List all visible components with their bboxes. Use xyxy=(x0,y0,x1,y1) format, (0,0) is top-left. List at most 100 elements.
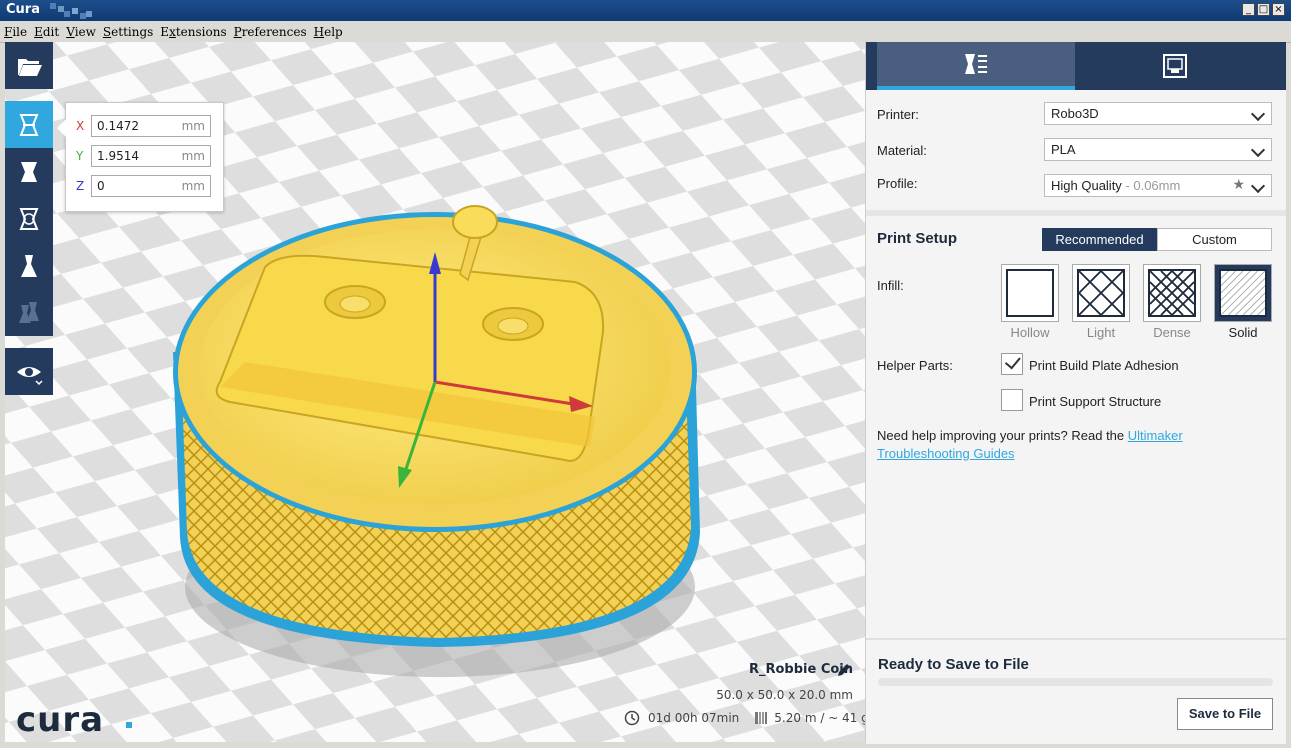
support-label[interactable]: Print Support Structure xyxy=(1029,394,1161,409)
infill-hollow-label: Hollow xyxy=(1010,325,1050,340)
model-dimensions: 50.0 x 50.0 x 20.0 mm xyxy=(716,688,853,702)
minimize-button[interactable]: _ xyxy=(1242,3,1255,16)
menu-item-preferences[interactable]: Preferences xyxy=(230,21,310,39)
print-settings-icon xyxy=(965,54,987,74)
section-divider xyxy=(866,210,1286,216)
view-mode-button[interactable] xyxy=(5,348,53,395)
solid-infill-icon xyxy=(1219,269,1267,317)
menu-item-file[interactable]: File xyxy=(0,21,30,39)
y-value: 1.9514 xyxy=(97,149,139,163)
sidebar-tabs xyxy=(866,42,1286,90)
tab-monitor[interactable] xyxy=(1076,42,1274,90)
chevron-down-icon xyxy=(1250,106,1266,122)
material-select[interactable]: PLA xyxy=(1044,138,1272,161)
x-coordinate-input[interactable]: 0.1472 mm xyxy=(91,115,211,137)
support-checkbox[interactable] xyxy=(1001,389,1023,411)
per-object-settings-button[interactable] xyxy=(5,289,53,336)
profile-layer-height: - 0.06mm xyxy=(1121,178,1181,193)
clock-icon xyxy=(624,710,640,726)
rotate-tool-button[interactable] xyxy=(5,195,53,242)
menu-item-extensions[interactable]: Extensions xyxy=(156,21,229,39)
checkmark-icon xyxy=(1004,352,1021,370)
cura-logo: cura xyxy=(16,700,105,740)
x-unit: mm xyxy=(181,119,205,133)
save-to-file-button[interactable]: Save to File xyxy=(1177,698,1273,730)
maximize-button[interactable]: □ xyxy=(1257,3,1270,16)
save-progress-bar xyxy=(878,678,1273,686)
scale-tool-button[interactable] xyxy=(5,148,53,195)
infill-solid-label: Solid xyxy=(1228,325,1258,340)
printer-label: Printer: xyxy=(877,107,919,122)
window-title: Cura xyxy=(6,2,40,17)
chevron-down-icon xyxy=(1250,178,1266,194)
infill-dense-label: Dense xyxy=(1153,325,1191,340)
menu-item-settings[interactable]: Settings xyxy=(99,21,156,39)
infill-dense-option[interactable] xyxy=(1143,264,1201,322)
close-button[interactable]: × xyxy=(1272,3,1285,16)
per-object-settings-icon xyxy=(19,301,39,323)
print-time: 01d 00h 07min xyxy=(648,711,740,725)
material-usage: 5.20 m / ~ 41 g xyxy=(774,711,869,725)
open-file-button[interactable] xyxy=(5,42,53,89)
window-titlebar: Cura _ □ × xyxy=(0,0,1291,21)
x-label: X xyxy=(76,119,85,133)
adhesion-label[interactable]: Print Build Plate Adhesion xyxy=(1029,358,1179,373)
profile-select[interactable]: High Quality - 0.06mm ★ xyxy=(1044,174,1272,197)
recommended-mode-button[interactable]: Recommended xyxy=(1042,228,1157,251)
dense-infill-icon xyxy=(1148,269,1196,317)
infill-solid-option[interactable] xyxy=(1214,264,1272,322)
y-coordinate-row: Y 1.9514 mm xyxy=(76,145,221,167)
y-coordinate-input[interactable]: 1.9514 mm xyxy=(91,145,211,167)
adhesion-checkbox[interactable] xyxy=(1001,352,1023,375)
material-label: Material: xyxy=(877,143,927,158)
menu-item-edit[interactable]: Edit xyxy=(30,21,62,39)
profile-label: Profile: xyxy=(877,176,918,191)
tool-sidebar xyxy=(5,42,53,395)
print-setup-title: Print Setup xyxy=(877,230,958,247)
z-coordinate-input[interactable]: 0 mm xyxy=(91,175,211,197)
star-icon[interactable]: ★ xyxy=(1232,176,1245,193)
move-coordinates-panel: X 0.1472 mm Y 1.9514 mm Z 0 mm xyxy=(57,102,224,212)
settings-sidebar: Printer: Robo3D Material: PLA Profile: H… xyxy=(865,42,1286,744)
profile-value: High Quality xyxy=(1051,178,1122,193)
material-value: PLA xyxy=(1051,142,1076,157)
tab-print-settings[interactable] xyxy=(877,42,1075,90)
menu-item-help[interactable]: Help xyxy=(310,21,346,39)
infill-light-label: Light xyxy=(1086,325,1116,340)
rotate-tool-icon xyxy=(19,207,39,230)
helper-parts-label: Helper Parts: xyxy=(877,358,953,373)
z-coordinate-row: Z 0 mm xyxy=(76,175,221,197)
cura-logo-dot xyxy=(126,722,132,728)
mirror-tool-icon xyxy=(21,254,37,277)
z-value: 0 xyxy=(97,179,105,193)
z-unit: mm xyxy=(181,179,205,193)
help-text-block: Need help improving your prints? Read th… xyxy=(877,427,1277,463)
printer-value: Robo3D xyxy=(1051,106,1099,121)
custom-mode-button[interactable]: Custom xyxy=(1157,228,1272,251)
filament-spool-icon xyxy=(755,712,768,724)
help-text: Need help improving your prints? Read th… xyxy=(877,428,1128,443)
save-panel: Ready to Save to File Save to File xyxy=(866,638,1286,744)
scale-tool-icon xyxy=(21,161,37,182)
menu-item-view[interactable]: View xyxy=(62,21,99,39)
y-label: Y xyxy=(76,149,84,163)
z-label: Z xyxy=(76,179,85,193)
y-unit: mm xyxy=(181,149,205,163)
folder-open-icon xyxy=(18,58,42,76)
edit-name-pencil-icon[interactable] xyxy=(835,661,853,679)
infill-light-option[interactable] xyxy=(1072,264,1130,322)
chevron-down-icon xyxy=(1250,142,1266,158)
titlebar-decoration xyxy=(50,3,92,19)
infill-hollow-option[interactable] xyxy=(1001,264,1059,322)
mirror-tool-button[interactable] xyxy=(5,242,53,289)
monitor-icon xyxy=(1163,54,1187,78)
eye-icon xyxy=(17,366,43,385)
printer-select[interactable]: Robo3D xyxy=(1044,102,1272,125)
move-tool-button[interactable] xyxy=(5,101,53,148)
x-coordinate-row: X 0.1472 mm xyxy=(76,115,221,137)
light-infill-icon xyxy=(1077,269,1125,317)
move-tool-icon xyxy=(19,113,39,136)
infill-label: Infill: xyxy=(877,278,904,293)
save-status: Ready to Save to File xyxy=(878,656,1029,673)
x-value: 0.1472 xyxy=(97,119,139,133)
